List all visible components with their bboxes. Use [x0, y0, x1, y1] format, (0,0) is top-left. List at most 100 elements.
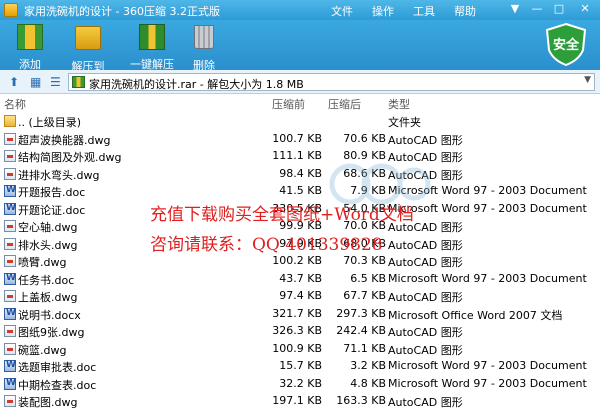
column-original-size[interactable]: 压缩前 — [272, 96, 305, 112]
file-type: AutoCAD 图形 — [388, 238, 463, 252]
file-original-size: 15.7 KB — [279, 359, 322, 372]
file-name: 选题审批表.doc — [18, 361, 97, 374]
security-badge-label: 安全 — [552, 38, 579, 53]
file-name: 上盖板.dwg — [18, 291, 78, 304]
watermark-line-2: 咨询请联系：QQ 401339828 — [150, 235, 383, 255]
file-original-size: 100.9 KB — [272, 341, 322, 355]
file-compressed-size: 242.4 KB — [336, 324, 386, 337]
file-original-size: 32.2 KB — [279, 376, 322, 390]
file-name: 喷臂.dwg — [18, 256, 67, 269]
doc-file-icon — [4, 272, 16, 285]
file-row[interactable]: 超声波换能器.dwg 100.7 KB 70.6 KB AutoCAD 图形 — [0, 130, 600, 148]
file-row[interactable]: .. (上级目录) 文件夹 — [0, 112, 600, 130]
file-type: Microsoft Word 97 - 2003 Document — [388, 271, 587, 285]
extract-to-button[interactable]: 解压到 — [62, 22, 114, 74]
dwg-file-icon — [4, 290, 16, 302]
file-name: 任务书.doc — [18, 273, 75, 287]
title-bar: 家用洗碗机的设计 - 360压缩 3.2正式版 文件 操作 工具 帮助 ▼ — … — [0, 0, 600, 20]
file-name: 说明书.docx — [18, 308, 81, 322]
column-headers: 名称 压缩前 压缩后 类型 — [0, 95, 600, 111]
file-compressed-size: 70.6 KB — [343, 131, 386, 145]
grid-view-icon[interactable]: ▦ — [30, 75, 44, 89]
dwg-file-icon — [4, 132, 16, 145]
folder-icon — [4, 115, 16, 127]
file-type: Microsoft Office Word 2007 文档 — [388, 308, 563, 322]
file-compressed-size: 4.8 KB — [350, 376, 386, 390]
security-shield-badge[interactable]: 安全 — [543, 22, 589, 66]
file-compressed-size: 297.3 KB — [336, 306, 386, 320]
file-compressed-size: 163.3 KB — [336, 394, 386, 407]
path-field[interactable]: 家用洗碗机的设计.rar - 解包大小为 1.8 MB ▼ — [68, 73, 595, 91]
file-original-size: 41.5 KB — [279, 184, 322, 197]
file-name: 进排水弯头.dwg — [18, 168, 100, 182]
menu-operation[interactable]: 操作 — [372, 3, 394, 19]
file-type: AutoCAD 图形 — [388, 343, 463, 357]
menu-tools[interactable]: 工具 — [413, 3, 435, 19]
file-compressed-size: 6.5 KB — [350, 271, 386, 285]
file-name: 空心轴.dwg — [18, 221, 78, 234]
address-bar: ⬆ ▦ ☰ 家用洗碗机的设计.rar - 解包大小为 1.8 MB ▼ — [0, 70, 600, 94]
dwg-file-icon — [4, 150, 16, 162]
dwg-file-icon — [4, 255, 16, 267]
add-button[interactable]: 添加 — [10, 22, 50, 72]
list-view-icon[interactable]: ☰ — [50, 75, 64, 89]
file-row[interactable]: 碗篮.dwg 100.9 KB 71.1 KB AutoCAD 图形 — [0, 340, 600, 358]
file-name: 中期检查表.doc — [18, 378, 97, 392]
dwg-file-icon — [4, 325, 16, 337]
file-type: AutoCAD 图形 — [388, 291, 463, 304]
file-name: 超声波换能器.dwg — [18, 133, 111, 147]
file-name: .. (上级目录) — [18, 116, 82, 129]
minimize-icon[interactable]: — — [530, 2, 544, 16]
doc-file-icon — [4, 307, 16, 320]
file-original-size: 100.7 KB — [272, 131, 322, 145]
file-row[interactable]: 进排水弯头.dwg 98.4 KB 68.6 KB AutoCAD 图形 — [0, 165, 600, 183]
watermark-line-1: 充值下载购买全套图纸+Word文档 — [150, 205, 414, 225]
file-row[interactable]: 上盖板.dwg 97.4 KB 67.7 KB AutoCAD 图形 — [0, 287, 600, 305]
dwg-file-icon — [4, 395, 16, 407]
file-type: AutoCAD 图形 — [388, 256, 463, 269]
file-row[interactable]: 选题审批表.doc 15.7 KB 3.2 KBMicrosoft Word 97 … — [0, 357, 600, 375]
file-original-size: 98.4 KB — [279, 166, 322, 180]
file-row[interactable]: 中期检查表.doc 32.2 KB 4.8 KBMicrosoft Word 97 … — [0, 375, 600, 393]
file-original-size: 321.7 KB — [272, 306, 322, 320]
archive-icon — [72, 76, 85, 88]
file-row[interactable]: 图纸9张.dwg 326.3 KB 242.4 KB AutoCAD 图形 — [0, 322, 600, 340]
column-compressed-size[interactable]: 压缩后 — [328, 96, 361, 112]
file-compressed-size: 3.2 KB — [350, 359, 386, 372]
doc-file-icon — [4, 360, 16, 372]
file-original-size: 43.7 KB — [279, 271, 322, 285]
file-name: 开题报告.doc — [18, 186, 86, 199]
file-compressed-size: 71.1 KB — [343, 341, 386, 355]
delete-button[interactable]: 删除 — [186, 22, 222, 73]
doc-file-icon — [4, 185, 16, 197]
file-type: AutoCAD 图形 — [388, 133, 463, 147]
file-original-size: 100.2 KB — [272, 254, 322, 267]
maximize-icon[interactable]: □ — [552, 2, 566, 16]
file-type: AutoCAD 图形 — [388, 396, 463, 409]
dwg-file-icon — [4, 167, 16, 180]
file-name: 结构简图及外观.dwg — [18, 151, 122, 164]
file-row[interactable]: 装配图.dwg 197.1 KB 163.3 KB AutoCAD 图形 — [0, 392, 600, 410]
up-arrow-icon[interactable]: ⬆ — [6, 74, 22, 90]
file-row[interactable]: 说明书.docx 321.7 KB 297.3 KBMicrosoft Office… — [0, 305, 600, 323]
dropdown-icon[interactable]: ▼ — [508, 2, 522, 16]
file-row[interactable]: 开题报告.doc41.5 KB7.9 KBMicrosoft Word 97 -… — [0, 182, 600, 200]
column-name[interactable]: 名称 — [4, 96, 26, 112]
path-dropdown-icon[interactable]: ▼ — [584, 75, 591, 85]
close-icon[interactable]: ✕ — [578, 2, 592, 16]
one-click-extract-button[interactable]: 一键解压 — [124, 22, 180, 72]
file-name: 开题论证.doc — [18, 203, 86, 217]
extract-to-icon — [75, 26, 101, 50]
column-type[interactable]: 类型 — [388, 96, 410, 112]
menu-help[interactable]: 帮助 — [454, 3, 476, 19]
file-type: AutoCAD 图形 — [388, 326, 463, 339]
file-row[interactable]: 结构简图及外观.dwg 111.1 KB 80.9 KB AutoCAD 图形 — [0, 147, 600, 165]
menu-file[interactable]: 文件 — [331, 3, 353, 19]
file-name: 碗篮.dwg — [18, 343, 67, 357]
app-icon — [4, 3, 18, 17]
file-name: 图纸9张.dwg — [18, 326, 85, 339]
file-row[interactable]: 任务书.doc 43.7 KB 6.5 KBMicrosoft Word 97 - … — [0, 270, 600, 288]
doc-file-icon — [4, 202, 16, 215]
file-type: 文件夹 — [388, 116, 421, 129]
toolbar: 添加 解压到 一键解压 删除 — [0, 20, 600, 73]
